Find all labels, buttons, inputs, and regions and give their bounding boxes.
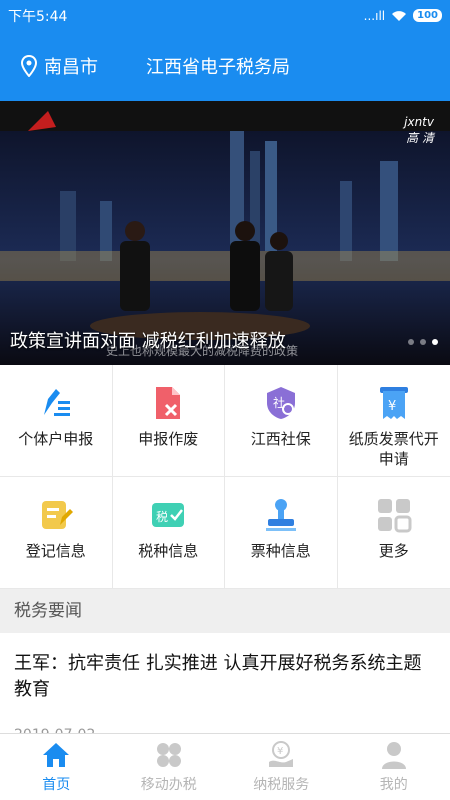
service-label: 申报作废 bbox=[138, 430, 199, 448]
svg-text:¥: ¥ bbox=[388, 399, 396, 414]
invoice-icon: ¥ bbox=[379, 387, 408, 419]
service-label: 税种信息 bbox=[138, 542, 199, 560]
signal-icon: ...ıll bbox=[363, 8, 386, 23]
service-ticket-type-info[interactable]: 票种信息 bbox=[225, 477, 338, 589]
service-label: 江西社保 bbox=[250, 430, 311, 448]
stamp-icon bbox=[265, 499, 296, 531]
carousel-dot[interactable] bbox=[420, 339, 426, 345]
app-header: 下午5:44 ...ıll 100 南昌市 江西省电子税务局 bbox=[0, 0, 450, 101]
tab-home[interactable]: 首页 bbox=[0, 734, 113, 800]
grid-more-icon bbox=[377, 499, 412, 533]
bottom-tab-bar: 首页 移动办税 ¥ 纳税服务 我的 bbox=[0, 733, 450, 800]
svg-text:税: 税 bbox=[156, 510, 168, 524]
news-list: 王军：抗牢责任 扎实推进 认真开展好税务系统主题教育 2019-07-02 bbox=[0, 633, 450, 733]
service-individual-declaration[interactable]: 个体户申报 bbox=[0, 365, 113, 477]
tab-tax-service[interactable]: ¥ 纳税服务 bbox=[225, 734, 338, 800]
wifi-icon bbox=[392, 10, 407, 21]
carousel-indicator bbox=[408, 339, 438, 345]
page-title: 江西省电子税务局 bbox=[146, 57, 290, 78]
service-label: 更多 bbox=[378, 542, 409, 560]
news-title[interactable]: 王军：抗牢责任 扎实推进 认真开展好税务系统主题教育 bbox=[14, 651, 436, 703]
tab-label: 首页 bbox=[42, 777, 71, 793]
service-social-security[interactable]: 社 江西社保 bbox=[225, 365, 338, 477]
tab-mobile-tax[interactable]: 移动办税 bbox=[113, 734, 226, 800]
banner-caption: 政策宣讲面对面 减税红利加速释放 bbox=[10, 331, 286, 352]
status-icons: ...ıll 100 bbox=[364, 9, 442, 23]
edit-note-icon bbox=[41, 501, 73, 529]
services-grid: 个体户申报 申报作废 社 江西社保 ¥ 纸质发票代开申请 登记信息 税 税种信息… bbox=[0, 365, 450, 589]
service-tax-type-info[interactable]: 税 税种信息 bbox=[112, 477, 225, 589]
tab-profile[interactable]: 我的 bbox=[338, 734, 450, 800]
news-item[interactable]: 王军：抗牢责任 扎实推进 认真开展好税务系统主题教育 2019-07-02 bbox=[14, 651, 436, 733]
title-bar: 南昌市 江西省电子税务局 bbox=[0, 31, 450, 101]
location-pin-icon bbox=[20, 55, 38, 77]
service-icon: ¥ bbox=[269, 741, 294, 767]
svg-text:¥: ¥ bbox=[277, 746, 283, 757]
channel-logo: jxntv 高 清 bbox=[404, 115, 434, 145]
social-security-icon: 社 bbox=[266, 387, 296, 419]
service-label: 纸质发票代开申请 bbox=[348, 430, 439, 468]
carousel-dot-active[interactable] bbox=[432, 339, 438, 345]
pen-list-icon bbox=[43, 389, 70, 416]
battery-icon: 100 bbox=[413, 9, 442, 22]
service-registration-info[interactable]: 登记信息 bbox=[0, 477, 113, 589]
status-bar: 下午5:44 ...ıll 100 bbox=[0, 0, 450, 31]
tab-label: 我的 bbox=[379, 777, 408, 793]
home-icon bbox=[43, 743, 70, 767]
service-label: 个体户申报 bbox=[18, 430, 94, 448]
banner-image bbox=[0, 101, 450, 365]
city-label: 南昌市 bbox=[44, 57, 98, 78]
location-selector[interactable]: 南昌市 bbox=[20, 53, 146, 79]
section-title: 税务要闻 bbox=[0, 589, 450, 633]
tax-check-icon: 税 bbox=[152, 503, 185, 527]
service-label: 票种信息 bbox=[250, 542, 311, 560]
service-paper-invoice[interactable]: ¥ 纸质发票代开申请 bbox=[337, 365, 450, 477]
service-declaration-void[interactable]: 申报作废 bbox=[112, 365, 225, 477]
status-time: 下午5:44 bbox=[8, 8, 68, 25]
user-icon bbox=[381, 742, 406, 769]
banner-carousel[interactable]: jxntv 高 清 史上也称规模最大的减税降费的政策 政策宣讲面对面 减税红利加… bbox=[0, 101, 450, 365]
document-cancel-icon bbox=[156, 387, 181, 419]
service-more[interactable]: 更多 bbox=[337, 477, 450, 589]
carousel-dot[interactable] bbox=[408, 339, 414, 345]
tab-label: 纳税服务 bbox=[253, 777, 310, 793]
service-label: 登记信息 bbox=[25, 542, 86, 560]
apps-icon bbox=[156, 743, 181, 767]
tab-label: 移动办税 bbox=[140, 777, 197, 793]
